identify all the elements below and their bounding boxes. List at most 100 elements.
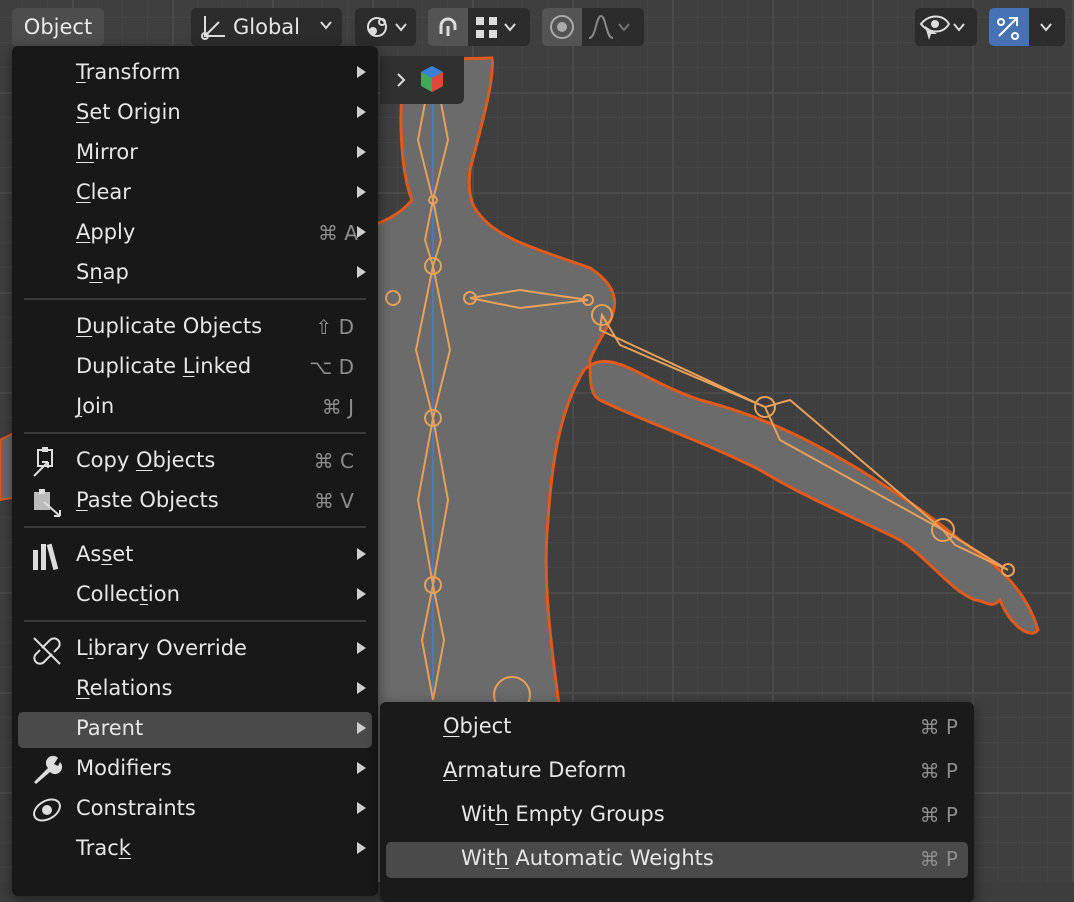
menu-separator xyxy=(24,620,366,622)
submenu-arrow-icon xyxy=(357,66,366,78)
menu-item-label: Duplicate Objects xyxy=(76,314,263,338)
submenu-arrow-icon xyxy=(357,842,366,854)
menu-item-track[interactable]: Track xyxy=(18,832,372,868)
chevron-down-icon xyxy=(951,19,967,35)
chevron-down-icon xyxy=(1038,19,1054,35)
submenu-arrow-icon xyxy=(357,762,366,774)
chevron-down-icon xyxy=(318,17,334,33)
menu-item-label: Library Override xyxy=(76,636,247,660)
submenu-arrow-icon xyxy=(357,266,366,278)
menu-item-label: With Automatic Weights xyxy=(461,846,714,870)
submenu-arrow-icon xyxy=(357,642,366,654)
asset-icon xyxy=(30,540,64,572)
menu-item-asset[interactable]: Asset xyxy=(18,538,372,574)
menu-separator xyxy=(24,432,366,434)
submenu-arrow-icon xyxy=(357,682,366,694)
chevron-down-icon xyxy=(393,19,409,35)
menu-item-library-override[interactable]: Library Override xyxy=(18,632,372,668)
menu-item-label: Join xyxy=(76,394,115,418)
submenu-arrow-icon xyxy=(357,106,366,118)
menu-item-paste-objects[interactable]: Paste Objects ⌘ V xyxy=(18,484,372,520)
parent-submenu: Object ⌘ P Armature Deform ⌘ P With Empty Gr… xyxy=(380,702,974,902)
snap-target-dropdown[interactable] xyxy=(468,8,530,46)
menu-item-relations[interactable]: Relations xyxy=(18,672,372,708)
menu-item-label: Track xyxy=(76,836,131,860)
menu-item-label: Duplicate Linked xyxy=(76,354,252,378)
menu-item-label: Object xyxy=(443,714,512,738)
menu-item-label: Asset xyxy=(76,542,134,566)
menu-item-join[interactable]: Join ⌘ J xyxy=(18,390,372,426)
submenu-arrow-icon xyxy=(357,146,366,158)
submenu-item-object[interactable]: Object ⌘ P xyxy=(386,710,968,746)
gizmo-toggle[interactable] xyxy=(989,8,1029,46)
menu-item-collection[interactable]: Collection xyxy=(18,578,372,614)
menu-item-label: Copy Objects xyxy=(76,448,216,472)
shortcut-label: ⌘ J xyxy=(321,395,354,419)
object-menu-label: Object xyxy=(23,15,93,39)
menu-item-label: Modifiers xyxy=(76,756,172,780)
menu-item-apply[interactable]: Apply ⌘ A xyxy=(18,216,372,252)
menu-item-transform[interactable]: Transform xyxy=(18,56,372,92)
falloff-dropdown[interactable] xyxy=(582,8,644,46)
snap-toggle[interactable] xyxy=(428,8,468,46)
shortcut-label: ⇧ D xyxy=(315,315,354,339)
menu-item-mirror[interactable]: Mirror xyxy=(18,136,372,172)
proportional-edit-icon xyxy=(547,12,577,42)
menu-item-duplicate-objects[interactable]: Duplicate Objects ⇧ D xyxy=(18,310,372,346)
shortcut-label: ⌘ P xyxy=(919,803,958,827)
menu-item-snap[interactable]: Snap xyxy=(18,256,372,292)
shortcut-label: ⌘ P xyxy=(919,847,958,871)
submenu-item-with-automatic-weights[interactable]: With Automatic Weights ⌘ P xyxy=(386,842,968,878)
transform-orientation-dropdown[interactable]: Global xyxy=(191,8,342,46)
falloff-icon xyxy=(586,12,616,42)
visibility-icon xyxy=(919,12,951,42)
menu-item-set-origin[interactable]: Set Origin xyxy=(18,96,372,132)
menu-item-label: Relations xyxy=(76,676,173,700)
menu-item-duplicate-linked[interactable]: Duplicate Linked ⌥ D xyxy=(18,350,372,386)
transform-orientation-icon xyxy=(199,12,229,42)
menu-item-label: Collection xyxy=(76,582,180,606)
shortcut-label: ⌘ C xyxy=(313,449,354,473)
gizmo-icon xyxy=(993,12,1025,42)
submenu-arrow-icon xyxy=(357,186,366,198)
shortcut-label: ⌘ P xyxy=(919,759,958,783)
viewport-navigation-gizmo[interactable] xyxy=(380,56,464,104)
submenu-arrow-icon xyxy=(357,548,366,560)
menu-item-label: Parent xyxy=(76,716,144,740)
submenu-arrow-icon xyxy=(357,722,366,734)
paste-icon xyxy=(30,486,64,518)
menu-item-label: Armature Deform xyxy=(443,758,627,782)
library-override-icon xyxy=(30,634,64,666)
menu-item-clear[interactable]: Clear xyxy=(18,176,372,212)
menu-separator xyxy=(24,526,366,528)
object-menu-button[interactable]: Object xyxy=(12,8,104,46)
shortcut-label: ⌘ V xyxy=(313,489,354,513)
snap-icon xyxy=(433,12,463,42)
submenu-item-armature-deform[interactable]: Armature Deform ⌘ P xyxy=(386,754,968,790)
selectability-visibility-dropdown[interactable] xyxy=(915,8,977,46)
proportional-edit-toggle[interactable] xyxy=(542,8,582,46)
chevron-down-icon xyxy=(502,19,518,35)
menu-item-label: Paste Objects xyxy=(76,488,219,512)
submenu-item-with-empty-groups[interactable]: With Empty Groups ⌘ P xyxy=(386,798,968,834)
menu-item-constraints[interactable]: Constraints xyxy=(18,792,372,828)
shortcut-label: ⌘ P xyxy=(919,715,958,739)
menu-item-copy-objects[interactable]: Copy Objects ⌘ C xyxy=(18,444,372,480)
menu-item-label: Transform xyxy=(76,60,181,84)
menu-item-label: Snap xyxy=(76,260,129,284)
menu-separator xyxy=(24,298,366,300)
submenu-arrow-icon xyxy=(357,588,366,600)
menu-item-label: With Empty Groups xyxy=(461,802,665,826)
menu-item-label: Mirror xyxy=(76,140,138,164)
gizmo-dropdown[interactable] xyxy=(1029,8,1065,46)
snap-increment-icon xyxy=(472,12,502,42)
menu-item-parent[interactable]: Parent xyxy=(18,712,372,748)
menu-item-modifiers[interactable]: Modifiers xyxy=(18,752,372,788)
object-menu: Transform Set Origin Mirror Clear Apply ⌘ A Sn… xyxy=(12,46,378,896)
submenu-arrow-icon xyxy=(357,226,366,238)
pivot-icon xyxy=(363,12,393,42)
menu-item-label: Constraints xyxy=(76,796,196,820)
submenu-arrow-icon xyxy=(357,802,366,814)
pivot-point-dropdown[interactable] xyxy=(355,8,416,46)
constraint-icon xyxy=(30,794,64,826)
